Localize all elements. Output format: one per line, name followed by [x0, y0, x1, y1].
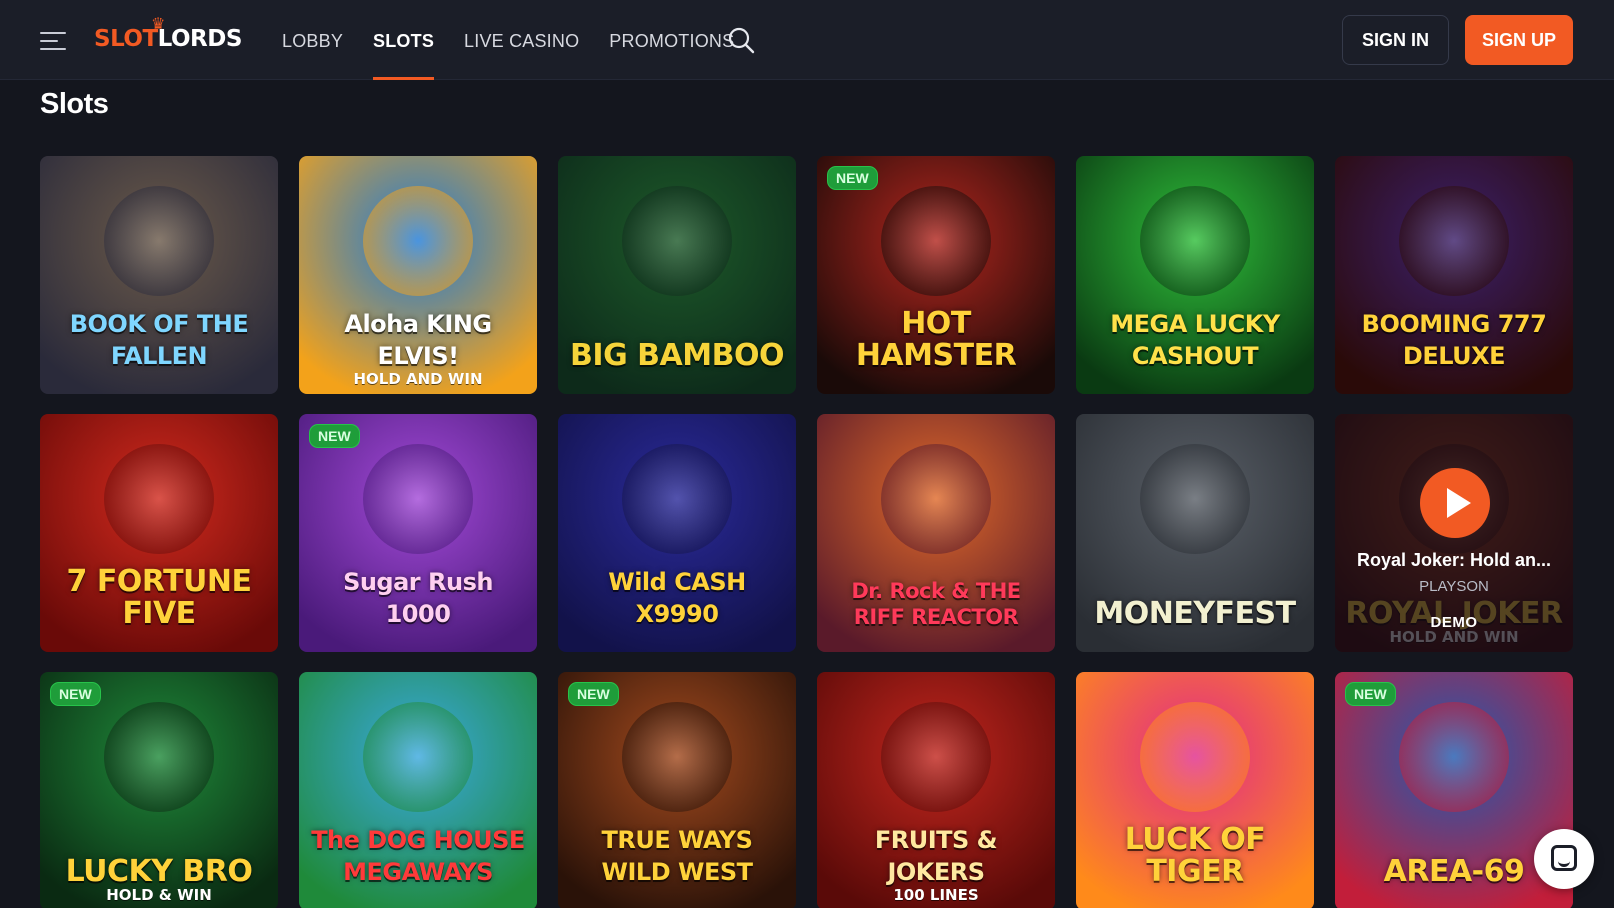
game-provider: PLAYSON — [1419, 578, 1489, 595]
chat-icon — [1551, 845, 1577, 871]
game-tile[interactable]: ROYAL JOKERHOLD AND WINRoyal Joker: Hold… — [1335, 414, 1573, 652]
game-tile[interactable]: The DOG HOUSE MEGAWAYS — [299, 672, 537, 908]
new-badge: NEW — [568, 682, 619, 706]
game-artwork-figure — [1140, 702, 1250, 812]
game-artwork-figure — [1140, 186, 1250, 296]
game-artwork-figure — [1140, 444, 1250, 554]
game-artwork-figure — [363, 702, 473, 812]
game-artwork-figure — [104, 702, 214, 812]
game-artwork-figure — [881, 186, 991, 296]
main-nav: LOBBY SLOTS LIVE CASINO PROMOTIONS — [282, 0, 764, 80]
game-tile[interactable]: Aloha KING ELVIS! HOLD AND WIN — [299, 156, 537, 394]
nav-live-casino[interactable]: LIVE CASINO — [464, 0, 579, 80]
game-artwork-figure — [1399, 186, 1509, 296]
game-title: The DOG HOUSE MEGAWAYS — [311, 826, 525, 886]
game-title: Dr. Rock & THE RIFF REACTOR — [851, 579, 1021, 629]
game-tile[interactable]: BOOMING 777 DELUXE — [1335, 156, 1573, 394]
nav-promotions[interactable]: PROMOTIONS — [609, 0, 734, 80]
game-artwork-figure — [363, 444, 473, 554]
game-artwork-figure — [104, 444, 214, 554]
game-subtitle: 100 LINES — [893, 886, 979, 904]
sign-up-button[interactable]: SIGN UP — [1465, 15, 1573, 65]
game-title: AREA-69 — [1383, 854, 1525, 889]
game-tile[interactable]: MEGA LUCKY CASHOUT — [1076, 156, 1314, 394]
page-title: Slots — [40, 88, 109, 120]
game-title: MONEYFEST — [1094, 596, 1296, 631]
game-artwork-figure — [622, 444, 732, 554]
game-subtitle: HOLD & WIN — [106, 886, 212, 904]
game-title: Sugar Rush 1000 — [343, 568, 493, 628]
game-title: HOT HAMSTER — [855, 306, 1017, 373]
hover-game-title: Royal Joker: Hold an... — [1356, 550, 1552, 570]
game-title: BOOMING 777 DELUXE — [1361, 310, 1547, 370]
game-artwork-figure — [363, 186, 473, 296]
nav-slots[interactable]: SLOTS — [373, 0, 435, 80]
new-badge: NEW — [50, 682, 101, 706]
search-icon[interactable] — [727, 26, 755, 54]
game-title: BIG BAMBOO — [570, 338, 784, 373]
new-badge: NEW — [827, 166, 878, 190]
game-subtitle: HOLD AND WIN — [353, 370, 483, 388]
new-badge: NEW — [309, 424, 360, 448]
game-title: Wild CASH X9990 — [608, 568, 746, 628]
game-tile[interactable]: MONEYFEST — [1076, 414, 1314, 652]
game-artwork-figure — [104, 186, 214, 296]
crown-icon: ♛ — [151, 14, 165, 33]
game-title: 7 FORTUNE FIVE — [66, 564, 253, 631]
new-badge: NEW — [1345, 682, 1396, 706]
game-title: TRUE WAYS WILD WEST — [601, 826, 754, 886]
game-tile[interactable]: FRUITS & JOKERS 100 LINES — [817, 672, 1055, 908]
game-title: LUCK OF TIGER — [1124, 822, 1266, 889]
game-title: MEGA LUCKY CASHOUT — [1110, 310, 1280, 370]
game-title: BOOK OF THE FALLEN — [69, 310, 249, 370]
game-tile[interactable]: Dr. Rock & THE RIFF REACTOR — [817, 414, 1055, 652]
game-tile[interactable]: Sugar Rush 1000 NEW — [299, 414, 537, 652]
game-tile[interactable]: BOOK OF THE FALLEN — [40, 156, 278, 394]
game-title: LUCKY BRO — [65, 854, 253, 889]
game-tile[interactable]: 7 FORTUNE FIVE — [40, 414, 278, 652]
chat-support-button[interactable] — [1534, 829, 1594, 889]
game-artwork-figure — [1399, 702, 1509, 812]
game-artwork-figure — [622, 186, 732, 296]
demo-link[interactable]: DEMO — [1335, 614, 1573, 631]
game-tile[interactable]: LUCKY BRO HOLD & WIN NEW — [40, 672, 278, 908]
slotlords-logo[interactable]: SLOTLORDS ♛ — [94, 14, 242, 56]
game-artwork-figure — [622, 702, 732, 812]
game-tile[interactable]: LUCK OF TIGER — [1076, 672, 1314, 908]
play-icon[interactable] — [1420, 468, 1490, 538]
nav-lobby[interactable]: LOBBY — [282, 0, 343, 80]
top-header: SLOTLORDS ♛ LOBBY SLOTS LIVE CASINO PROM… — [0, 0, 1614, 80]
games-grid: BOOK OF THE FALLEN Aloha KING ELVIS! HOLD … — [40, 156, 1574, 908]
game-artwork-figure — [881, 444, 991, 554]
game-title: Aloha KING ELVIS! — [344, 310, 492, 370]
game-tile[interactable]: Wild CASH X9990 — [558, 414, 796, 652]
game-artwork-figure — [881, 702, 991, 812]
sign-in-button[interactable]: SIGN IN — [1342, 15, 1449, 65]
game-tile[interactable]: BIG BAMBOO — [558, 156, 796, 394]
game-tile[interactable]: TRUE WAYS WILD WEST NEW — [558, 672, 796, 908]
game-title: FRUITS & JOKERS — [874, 826, 998, 886]
menu-icon[interactable] — [40, 30, 68, 52]
game-tile[interactable]: HOT HAMSTER NEW — [817, 156, 1055, 394]
